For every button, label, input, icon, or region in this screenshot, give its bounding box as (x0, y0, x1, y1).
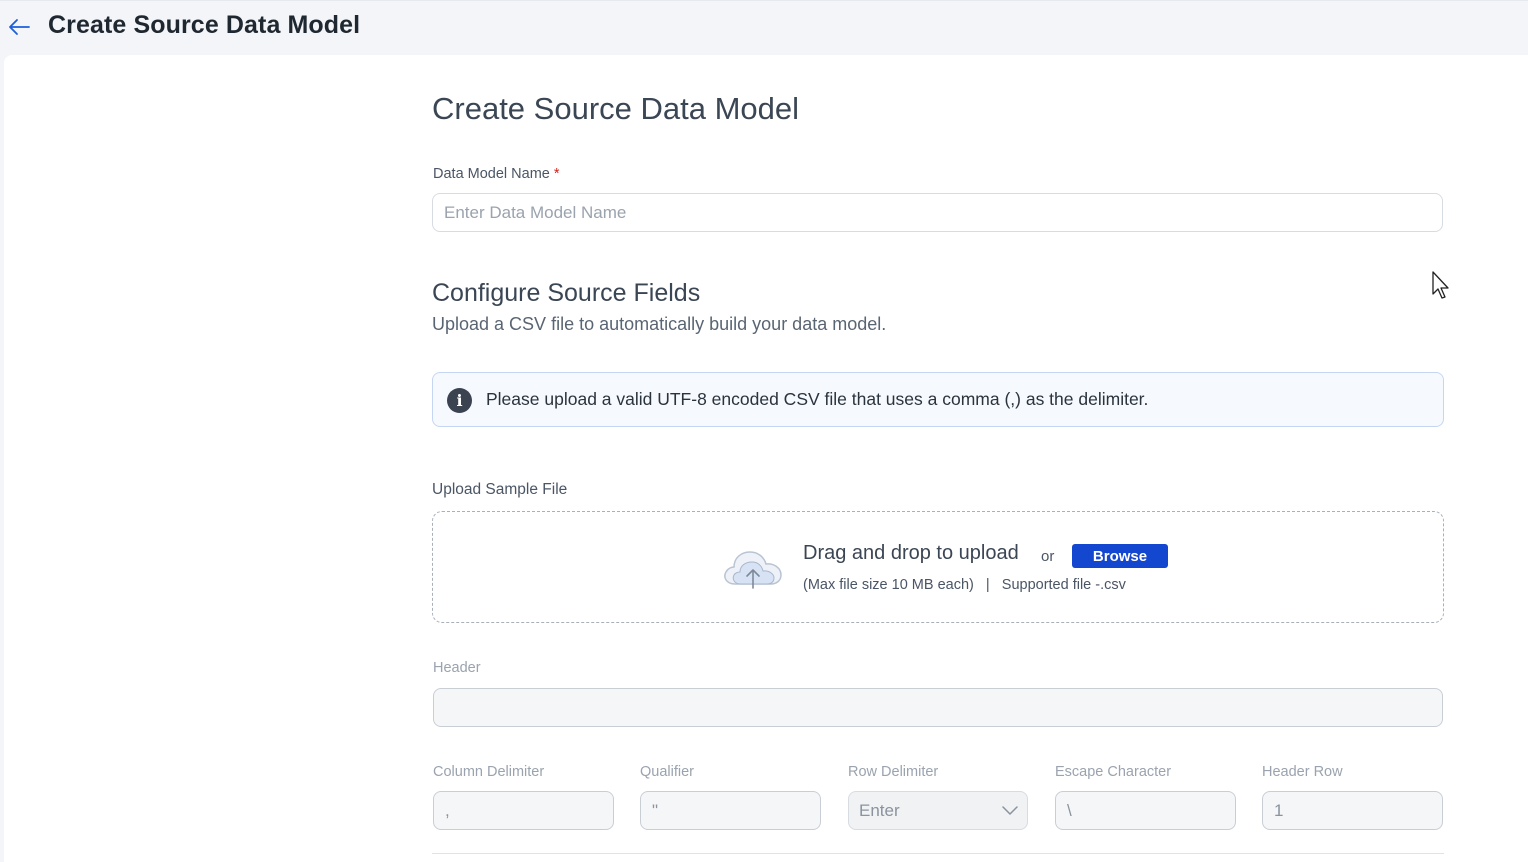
row-delimiter-select[interactable]: Enter (848, 791, 1028, 830)
column-delimiter-input[interactable] (433, 791, 614, 830)
data-model-name-input[interactable] (432, 193, 1443, 232)
data-model-name-label: Data Model Name * (433, 166, 560, 182)
configure-section-subtitle: Upload a CSV file to automatically build… (432, 314, 887, 334)
form-title: Create Source Data Model (432, 91, 800, 126)
top-bar: Create Source Data Model (0, 0, 1528, 55)
row-delimiter-value: Enter (859, 801, 900, 820)
chevron-down-icon (1002, 806, 1018, 815)
file-dropzone[interactable]: Drag and drop to upload or Browse (Max f… (432, 511, 1444, 623)
qualifier-input[interactable] (640, 791, 821, 830)
data-model-name-label-text: Data Model Name (433, 166, 550, 182)
info-banner-text: Please upload a valid UTF-8 encoded CSV … (486, 389, 1149, 409)
header-row-input[interactable] (1262, 791, 1443, 830)
qualifier-label: Qualifier (640, 764, 694, 780)
required-marker: * (553, 166, 560, 182)
divider (432, 853, 1444, 854)
main-content: Create Source Data Model Data Model Name… (4, 55, 1528, 862)
row-delimiter-label: Row Delimiter (848, 764, 939, 780)
mouse-cursor-icon (1432, 271, 1449, 299)
header-field-input[interactable] (433, 688, 1443, 727)
info-banner: i Please upload a valid UTF-8 encoded CS… (432, 372, 1444, 427)
header-row-label: Header Row (1262, 764, 1343, 780)
drag-drop-text: Drag and drop to upload (803, 542, 1019, 564)
cloud-upload-icon (724, 551, 782, 589)
upload-sample-file-label: Upload Sample File (432, 481, 568, 498)
info-icon: i (447, 388, 472, 413)
header-field-label: Header (433, 660, 481, 676)
escape-character-label: Escape Character (1055, 764, 1172, 780)
arrow-left-icon[interactable] (6, 15, 32, 39)
upload-hint: (Max file size 10 MB each) | Supported f… (803, 577, 1126, 593)
page-title: Create Source Data Model (48, 11, 361, 39)
column-delimiter-label: Column Delimiter (433, 764, 545, 780)
or-text: or (1041, 548, 1055, 565)
browse-button[interactable]: Browse (1072, 544, 1168, 568)
configure-section-title: Configure Source Fields (432, 279, 701, 307)
escape-character-input[interactable] (1055, 791, 1236, 830)
